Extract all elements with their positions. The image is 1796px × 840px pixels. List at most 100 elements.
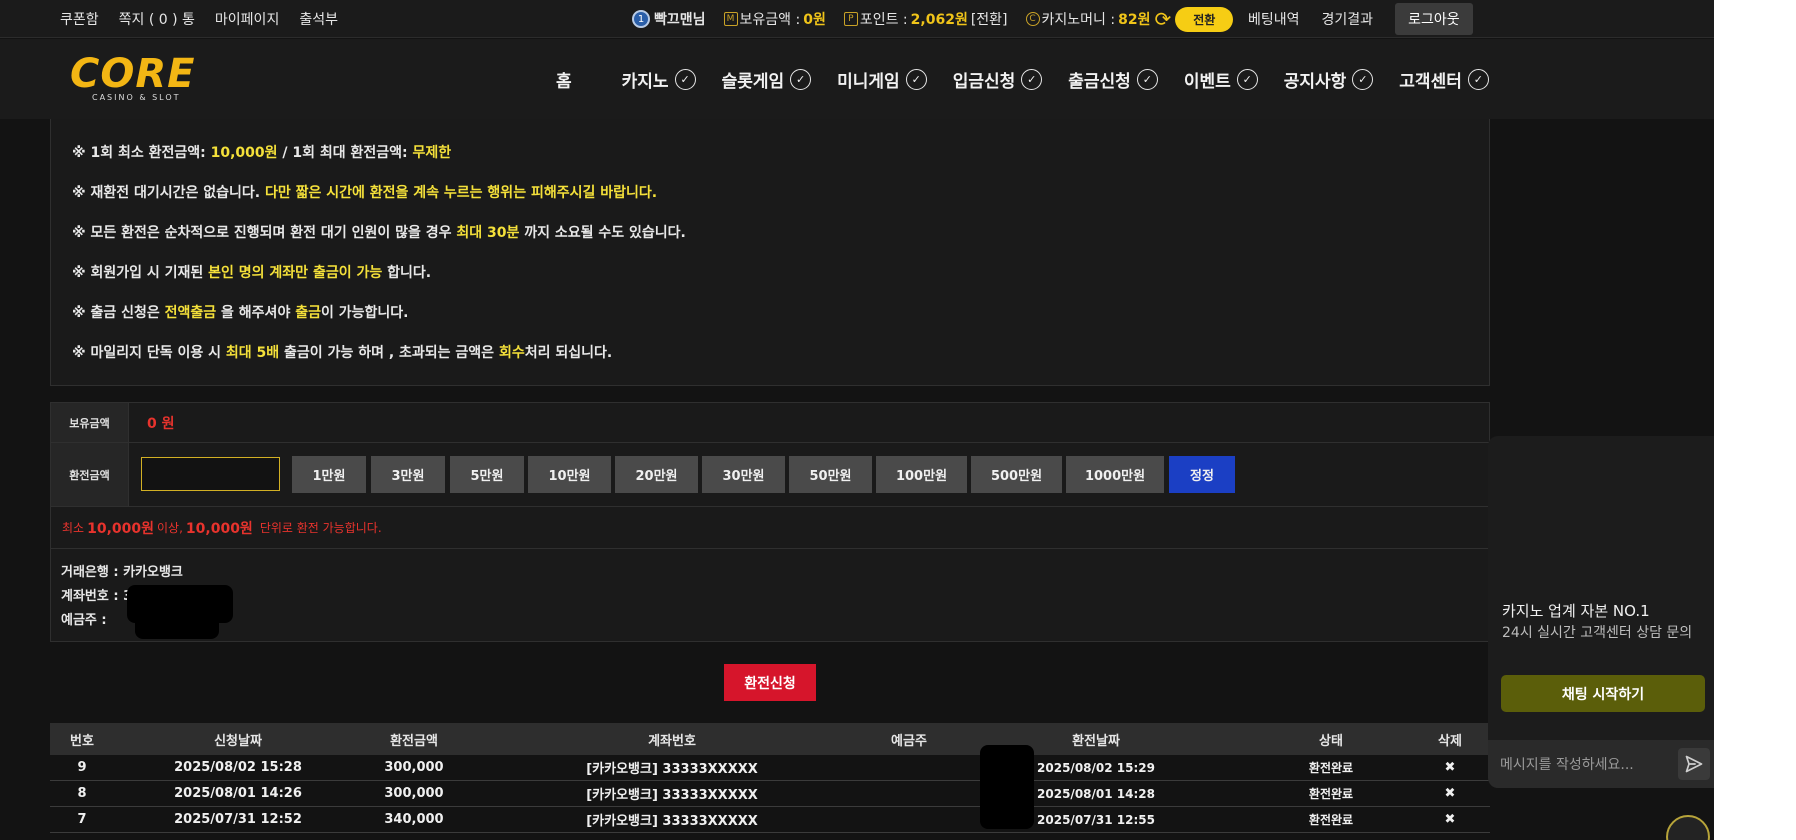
nav-support[interactable]: 고객센터 ✓	[1399, 67, 1489, 92]
check-circle-icon: ✓	[790, 68, 812, 90]
convert-button[interactable]: 전환	[1175, 6, 1234, 32]
cell-status: 환전완료	[1308, 761, 1354, 775]
casino-money-value: 82원	[1118, 12, 1151, 28]
nav-notice[interactable]: 공지사항 ✓	[1284, 67, 1374, 92]
apply-withdraw-button[interactable]: 환전신청	[724, 664, 816, 701]
check-circle-icon: ✓	[1236, 68, 1258, 90]
chat-widget: 카지노 업계 자본 NO.1 24시 실시간 고객센터 상담 문의 채팅 시작하…	[1488, 436, 1714, 788]
mypage-link[interactable]: 마이페이지	[215, 9, 279, 29]
notice-text: 을 해주셔야	[216, 305, 296, 321]
amount-button-5m[interactable]: 500만원	[971, 456, 1062, 493]
notice-text: / 1회 최대 환전금액:	[277, 145, 413, 161]
nav-minigame[interactable]: 미니게임 ✓	[837, 67, 927, 92]
table-row: 8 2025/08/01 14:26 300,000 [카카오뱅크] 33333…	[50, 781, 1490, 807]
cell-account: [카카오뱅크] 33333XXXXX	[586, 814, 758, 829]
check-circle-icon: ✓	[674, 68, 696, 90]
nav-home[interactable]: 홈	[556, 67, 572, 92]
chat-launcher-button[interactable]	[1666, 815, 1710, 840]
casino-money-label: 카지노머니 :	[1041, 12, 1116, 28]
notice-highlight: 출금	[295, 305, 321, 321]
check-circle-icon: ✓	[1352, 68, 1374, 90]
reset-button[interactable]: 정정	[1169, 456, 1235, 493]
cell-account: [카카오뱅크] 33333XXXXX	[586, 762, 758, 777]
chat-title: 카지노 업계 자본 NO.1	[1502, 602, 1650, 620]
right-blank-area	[1714, 0, 1796, 840]
amount-button-300k[interactable]: 30만원	[702, 456, 785, 493]
delete-icon[interactable]: ✖	[1410, 786, 1490, 801]
casino-coin-icon: C	[1025, 12, 1040, 26]
notice-highlight: 최대 5배	[225, 345, 280, 361]
cell-request-date: 2025/08/01 14:26	[174, 786, 302, 801]
delete-icon[interactable]: ✖	[1410, 760, 1490, 775]
nav-slot[interactable]: 슬롯게임 ✓	[722, 67, 812, 92]
nav-deposit[interactable]: 입금신청 ✓	[953, 67, 1043, 92]
nav-notice-label: 공지사항	[1283, 71, 1347, 92]
notice-text: ※ 마일리지 단독 이용 시	[72, 345, 226, 361]
coupon-link[interactable]: 쿠폰함	[60, 9, 99, 29]
notice-highlight: 전액출금	[164, 305, 217, 321]
amount-button-50k[interactable]: 5만원	[450, 456, 524, 493]
start-chat-button[interactable]: 채팅 시작하기	[1501, 675, 1705, 712]
user-status: 1 빡끄맨님 M 보유금액 : 0원 P 포인트 : 2,062원 [전환] C…	[632, 0, 1234, 38]
header-no: 번호	[70, 733, 94, 749]
refresh-icon[interactable]: ⟳	[1154, 9, 1171, 29]
cell-amount: 300,000	[384, 786, 444, 801]
min-mid: 이상,	[157, 521, 183, 535]
check-circle-icon: ✓	[1021, 68, 1043, 90]
message-link[interactable]: 쪽지 ( 0 ) 통	[119, 9, 195, 29]
amount-button-100k[interactable]: 10만원	[528, 456, 611, 493]
main-header: CORE CASINO & SLOT 홈 카지노 ✓ 슬롯게임 ✓ 미니게임 ✓ 입금…	[0, 39, 1714, 119]
nav-home-label: 홈	[556, 71, 572, 92]
logout-button[interactable]: 로그아웃	[1395, 3, 1473, 35]
money-icon: M	[723, 12, 738, 26]
notice-highlight: 본인 명의 계좌만 출금이 가능	[208, 265, 383, 281]
notice-line: ※ 모든 환전은 순차적으로 진행되며 환전 대기 인원이 많을 경우 최대 3…	[72, 222, 686, 242]
amount-button-1m[interactable]: 100만원	[876, 456, 967, 493]
redaction-mark	[980, 745, 1034, 829]
attendance-link[interactable]: 출석부	[299, 9, 338, 29]
amount-button-10k[interactable]: 1만원	[292, 456, 366, 493]
betting-history-link[interactable]: 베팅내역	[1248, 9, 1300, 29]
point-icon: P	[843, 12, 858, 26]
balance-row: 보유금액 0 원	[51, 403, 1491, 443]
notice-line: ※ 마일리지 단독 이용 시 최대 5배 출금이 가능 하며 , 초과되는 금액…	[72, 342, 612, 362]
table-row: 7 2025/07/31 12:52 340,000 [카카오뱅크] 33333…	[50, 807, 1490, 833]
amount-button-200k[interactable]: 20만원	[615, 456, 698, 493]
notice-highlight: 10,000원	[210, 145, 278, 161]
delete-icon[interactable]: ✖	[1410, 812, 1490, 827]
level-badge-icon: 1	[632, 10, 650, 28]
nav-withdraw[interactable]: 출금신청 ✓	[1068, 67, 1158, 92]
send-button[interactable]	[1678, 748, 1710, 780]
site-logo[interactable]: CORE CASINO & SLOT	[70, 53, 194, 107]
amount-input[interactable]	[141, 457, 280, 491]
nav-event[interactable]: 이벤트 ✓	[1184, 67, 1258, 92]
amount-button-30k[interactable]: 3만원	[371, 456, 445, 493]
chat-subtitle: 24시 실시간 고객센터 상담 문의	[1502, 625, 1693, 641]
redaction-mark	[135, 607, 219, 639]
header-delete: 삭제	[1438, 733, 1462, 749]
header-holder: 예금주	[891, 733, 927, 749]
amount-button-500k[interactable]: 50만원	[789, 456, 872, 493]
nav-casino[interactable]: 카지노 ✓	[622, 67, 696, 92]
match-results-link[interactable]: 경기결과	[1322, 9, 1374, 29]
header-account: 계좌번호	[648, 733, 696, 749]
amount-button-10m[interactable]: 1000만원	[1066, 456, 1164, 493]
notice-line: ※ 회원가입 시 기재된 본인 명의 계좌만 출금이 가능 합니다.	[72, 262, 431, 282]
amount-row: 환전금액 1만원 3만원 5만원 10만원 20만원 30만원 50만원 100…	[51, 443, 1491, 507]
cell-status: 환전완료	[1308, 813, 1354, 827]
bank-name: 거래은행 : 카카오뱅크	[61, 565, 183, 580]
withdraw-form: 보유금액 0 원 환전금액 1만원 3만원 5만원 10만원 20만원 30만원…	[50, 402, 1491, 642]
balance-label: 보유금액 :	[739, 12, 801, 28]
cell-amount: 300,000	[384, 760, 444, 775]
notice-text: 이 가능합니다.	[320, 305, 409, 321]
main-nav: 홈 카지노 ✓ 슬롯게임 ✓ 미니게임 ✓ 입금신청 ✓ 출금신청 ✓ 이벤트 ✓ 공지사항…	[556, 39, 1489, 119]
header-status: 상태	[1319, 733, 1343, 749]
table-header: 번호 신청날짜 환전금액 계좌번호 예금주 환전날짜 상태 삭제	[50, 723, 1490, 755]
chat-input[interactable]: 메시지를 작성하세요...	[1488, 740, 1714, 788]
logo-subtitle: CASINO & SLOT	[92, 93, 181, 102]
cell-no: 7	[77, 812, 87, 827]
point-convert-link[interactable]: [전환]	[971, 9, 1008, 29]
notice-text: 합니다.	[382, 265, 432, 281]
send-icon	[1685, 755, 1703, 773]
withdraw-history-table: 번호 신청날짜 환전금액 계좌번호 예금주 환전날짜 상태 삭제 9 2025/…	[50, 723, 1490, 833]
